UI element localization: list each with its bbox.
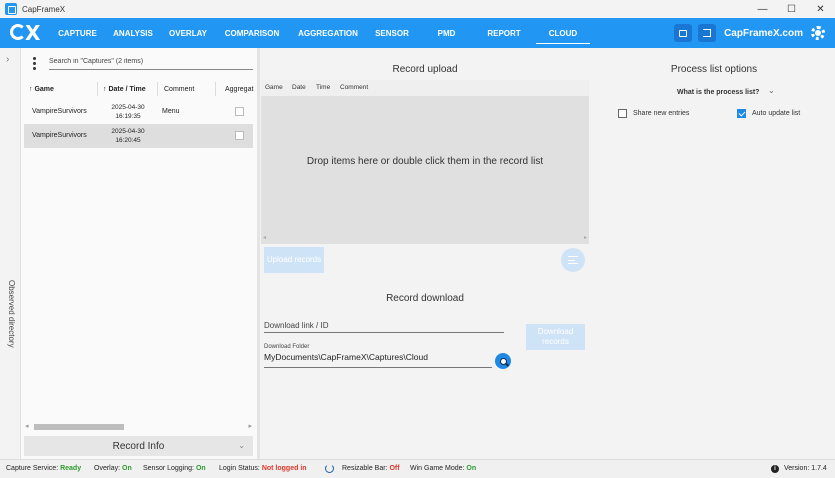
process-list-help[interactable]: What is the process list?: [677, 89, 759, 96]
login-button[interactable]: [698, 24, 717, 42]
overlay-status: Overlay: On: [94, 465, 132, 472]
browse-folder-button[interactable]: [495, 353, 511, 369]
tab-aggregation[interactable]: AGGREGATION: [289, 18, 367, 48]
scroll-right-icon[interactable]: ▸: [584, 234, 587, 241]
download-folder-path: MyDocuments\CapFrameX\Captures\Cloud: [264, 352, 492, 368]
upload-column-date[interactable]: Date: [292, 84, 306, 91]
process-list-title: Process list options: [670, 64, 758, 75]
screenshot-button[interactable]: [674, 24, 693, 42]
clear-list-button[interactable]: [561, 248, 585, 272]
row-game: VampireSurvivors: [32, 108, 87, 115]
tab-overlay[interactable]: OVERLAY: [161, 18, 215, 48]
title-bar: CapFrameX — ☐ ✕: [0, 0, 835, 18]
column-aggregate[interactable]: Aggregat: [225, 86, 253, 93]
maximize-button[interactable]: ☐: [777, 0, 806, 18]
tab-capture[interactable]: CAPTURE: [50, 18, 105, 48]
drop-hint: Drop items here or double click them in …: [306, 156, 544, 167]
status-bar: Capture Service: Ready Overlay: On Senso…: [0, 459, 835, 478]
scroll-left-icon[interactable]: ◂: [263, 234, 266, 241]
scroll-left-icon[interactable]: ◂: [25, 422, 29, 430]
column-date-time[interactable]: ↑ Date / Time: [103, 86, 146, 93]
chevron-down-icon: ⌄: [238, 441, 245, 450]
app-icon: [5, 3, 17, 15]
scroll-right-icon[interactable]: ▸: [248, 422, 252, 430]
tab-analysis[interactable]: ANALYSIS: [105, 18, 161, 48]
screenshot-icon: [679, 29, 688, 37]
observed-directory-label: Observed directory: [7, 280, 16, 348]
record-upload-title: Record upload: [392, 64, 458, 75]
row-game: VampireSurvivors: [32, 132, 87, 139]
record-info-label: Record Info: [112, 440, 165, 452]
capture-list-header: ↑ Game ↑ Date / Time Comment Aggregat: [21, 78, 257, 100]
capture-list-panel: ↑ Game ↑ Date / Time Comment Aggregat Va…: [21, 48, 257, 459]
resizable-bar-status: Resizable Bar: Off: [342, 465, 400, 472]
tab-sensor[interactable]: SENSOR: [367, 18, 417, 48]
tab-comparison[interactable]: COMPARISON: [215, 18, 289, 48]
close-button[interactable]: ✕: [806, 0, 835, 18]
observed-directory-strip[interactable]: › Observed directory: [0, 48, 21, 459]
panel-splitter[interactable]: [257, 48, 260, 459]
upload-column-game[interactable]: Game: [265, 84, 283, 91]
chevron-right-icon[interactable]: ›: [6, 54, 9, 65]
column-game[interactable]: ↑ Game: [29, 86, 54, 93]
login-icon: [703, 29, 712, 37]
sensor-logging-status: Sensor Logging: On: [143, 465, 206, 472]
upload-list-header: Game Date Time Comment: [261, 80, 589, 96]
upload-column-comment[interactable]: Comment: [340, 84, 368, 91]
upload-records-button[interactable]: Upload records: [264, 247, 324, 273]
share-new-entries-checkbox[interactable]: [618, 109, 627, 118]
auto-update-label: Auto update list: [752, 110, 801, 117]
search-icon: [499, 357, 507, 365]
row-comment: Menu: [162, 108, 180, 115]
tab-report[interactable]: REPORT: [476, 18, 532, 48]
more-options-icon[interactable]: [33, 57, 36, 72]
nav-right: CapFrameX.com: [674, 18, 825, 48]
row-date-time: 2025-04-30 16:19:35: [111, 104, 145, 120]
search-input[interactable]: [49, 54, 253, 70]
gear-icon[interactable]: [811, 26, 825, 40]
clear-list-icon: [568, 256, 578, 264]
upload-column-time[interactable]: Time: [316, 84, 330, 91]
auto-update-checkbox[interactable]: [737, 109, 746, 118]
game-mode-status: Win Game Mode: On: [410, 465, 477, 472]
main-nav: X CAPTURE ANALYSIS OVERLAY COMPARISON AG…: [0, 18, 835, 48]
record-info-expander[interactable]: Record Info ⌄: [24, 436, 253, 456]
login-status: Login Status: Not logged in: [219, 465, 307, 472]
version-info: Version: 1.7.4: [784, 465, 827, 472]
aggregate-checkbox[interactable]: [235, 131, 244, 140]
window-controls: — ☐ ✕: [748, 0, 835, 18]
row-date-time: 2025-04-30 16:20:45: [111, 128, 145, 144]
capframex-logo: X: [8, 21, 46, 45]
download-folder-label: Download Folder: [264, 344, 310, 350]
horizontal-scrollbar[interactable]: ◂ ▸: [24, 422, 253, 432]
window-title: CapFrameX: [22, 4, 66, 14]
chevron-down-icon[interactable]: ⌄: [768, 86, 775, 95]
download-records-button[interactable]: Download records: [526, 324, 585, 350]
tab-pmd[interactable]: PMD: [417, 18, 476, 48]
aggregate-checkbox[interactable]: [235, 107, 244, 116]
tab-cloud[interactable]: CLOUD: [536, 18, 590, 48]
upload-drop-zone[interactable]: Game Date Time Comment Drop items here o…: [261, 80, 589, 244]
capframex-site-link[interactable]: CapFrameX.com: [724, 28, 803, 39]
info-icon[interactable]: i: [771, 465, 779, 473]
column-comment[interactable]: Comment: [164, 86, 194, 93]
nav-tabs: CAPTURE ANALYSIS OVERLAY COMPARISON AGGR…: [46, 18, 590, 48]
refresh-icon[interactable]: [325, 464, 334, 473]
table-row[interactable]: VampireSurvivors 2025-04-30 16:19:35 Menu: [24, 100, 253, 124]
capture-service-status: Capture Service: Ready: [6, 465, 82, 472]
download-link-input[interactable]: [264, 318, 504, 333]
record-download-title: Record download: [386, 293, 464, 304]
share-new-entries-label: Share new entries: [633, 110, 690, 117]
table-row[interactable]: VampireSurvivors 2025-04-30 16:20:45: [24, 124, 253, 148]
minimize-button[interactable]: —: [748, 0, 777, 18]
scrollbar-thumb[interactable]: [34, 424, 124, 430]
